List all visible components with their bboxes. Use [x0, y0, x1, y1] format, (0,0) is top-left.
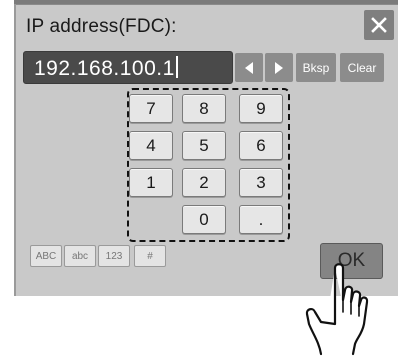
left-arrow-icon [245, 61, 253, 74]
ip-address-input[interactable]: 192.168.100.1 [23, 51, 233, 84]
key-7[interactable]: 7 [129, 94, 173, 123]
right-arrow-icon [275, 61, 283, 74]
key-3[interactable]: 3 [239, 168, 283, 197]
dialog-title: IP address(FDC): [26, 16, 177, 37]
clear-button[interactable]: Clear [340, 53, 384, 82]
ip-address-value: 192.168.100.1 [34, 57, 175, 80]
key-5[interactable]: 5 [182, 131, 226, 160]
key-dot[interactable]: . [239, 205, 283, 234]
key-9[interactable]: 9 [239, 94, 283, 123]
backspace-button[interactable]: Bksp [296, 53, 336, 82]
key-4[interactable]: 4 [129, 131, 173, 160]
mode-lowercase-button[interactable]: abc [64, 245, 96, 267]
key-8[interactable]: 8 [182, 94, 226, 123]
close-button[interactable] [364, 10, 394, 40]
key-6[interactable]: 6 [239, 131, 283, 160]
mode-uppercase-button[interactable]: ABC [30, 245, 62, 267]
mode-symbol-button[interactable]: # [134, 245, 166, 267]
cursor-right-button[interactable] [265, 53, 293, 82]
key-0[interactable]: 0 [182, 205, 226, 234]
dialog-edge [14, 4, 16, 296]
hand-pointer-icon [305, 263, 369, 356]
key-2[interactable]: 2 [182, 168, 226, 197]
close-icon [371, 17, 387, 33]
cursor-left-button[interactable] [235, 53, 263, 82]
mode-numeric-button[interactable]: 123 [98, 245, 130, 267]
key-1[interactable]: 1 [129, 168, 173, 197]
text-caret [175, 56, 178, 78]
